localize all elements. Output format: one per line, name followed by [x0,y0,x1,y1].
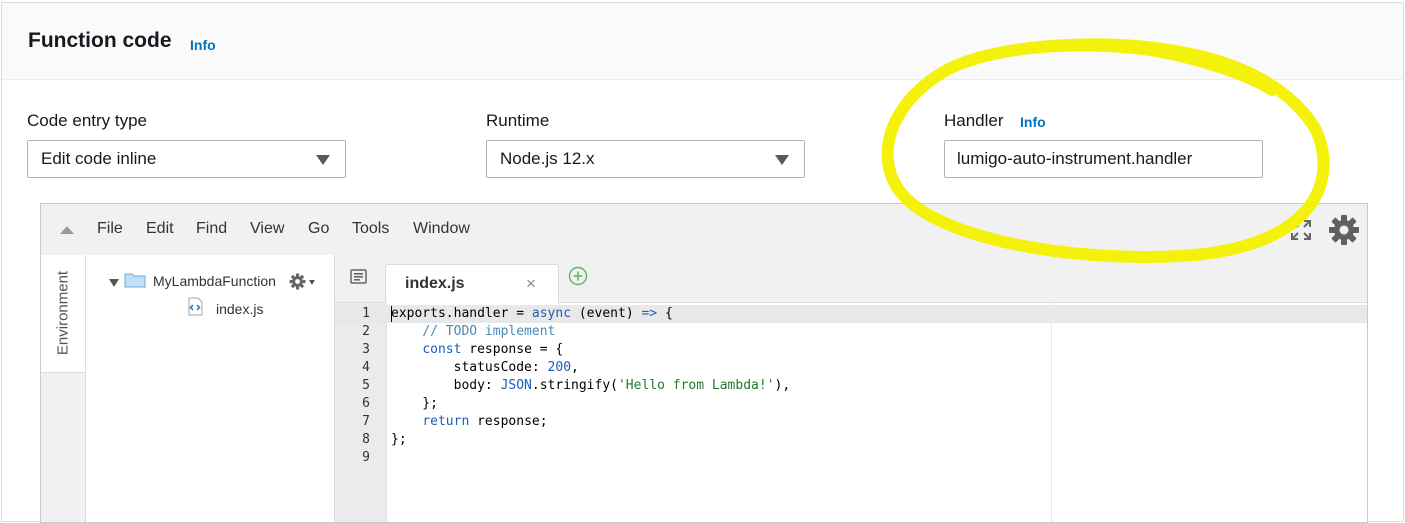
tree-file-label[interactable]: index.js [216,301,263,317]
close-icon[interactable]: × [526,274,536,294]
line-number: 7 [362,414,370,429]
menu-tools[interactable]: Tools [352,220,389,238]
line-number: 4 [362,360,370,375]
chevron-down-icon [309,280,315,285]
line-number: 2 [362,324,370,339]
environment-tab[interactable]: Environment [41,255,85,373]
runtime-value: Node.js 12.x [500,149,595,168]
tab-list-icon[interactable] [350,269,367,284]
code-line: }; [391,396,438,411]
collapse-menu-icon[interactable] [60,226,74,234]
code-line: body: JSON.stringify('Hello from Lambda!… [391,378,791,393]
file-tree: MyLambdaFunction index.js [86,255,335,522]
menu-edit[interactable]: Edit [146,220,174,238]
code-entry-type-select[interactable]: Edit code inline [27,140,346,178]
code-editor[interactable]: 1 2 3 4 5 6 7 8 9 exports.handler = asyn… [335,303,1367,522]
tab-label: index.js [405,275,465,292]
menu-window[interactable]: Window [413,220,470,238]
line-number: 8 [362,432,370,447]
environment-tab-label: Environment [54,270,72,356]
code-line: const response = { [422,342,564,357]
settings-gear-icon[interactable] [1328,214,1360,246]
print-margin [1051,303,1052,522]
tab-index-js[interactable]: index.js × [385,264,559,303]
js-file-icon [188,297,203,316]
environment-sidebar: Environment [41,255,86,522]
panel-title: Function code [28,29,172,52]
runtime-label: Runtime [486,111,550,130]
function-code-info-link[interactable]: Info [190,37,216,53]
code-entry-type-value: Edit code inline [41,149,157,168]
line-number: 6 [362,396,370,411]
caret-down-icon [316,155,330,165]
tree-folder-label: MyLambdaFunction [153,273,276,289]
code-editor-ide: File Edit Find View Go Tools Window Envi… [40,203,1368,523]
handler-info-link[interactable]: Info [1020,114,1046,130]
menu-view[interactable]: View [250,220,284,238]
editor-tab-bar: index.js × [335,255,1367,303]
line-number: 5 [362,378,370,393]
panel-header: Function code Info [2,3,1403,80]
line-number: 1 [362,306,370,321]
ide-menu-bar: File Edit Find View Go Tools Window [41,204,1367,256]
folder-settings-icon[interactable] [289,273,306,290]
folder-icon [124,273,146,288]
add-tab-icon[interactable] [568,266,588,286]
line-number: 3 [362,342,370,357]
menu-file[interactable]: File [97,220,123,238]
text-cursor [391,306,392,322]
runtime-select[interactable]: Node.js 12.x [486,140,805,178]
expand-folder-icon[interactable] [109,279,119,287]
code-line: }; [391,432,407,447]
code-line: exports.handler = async (event) => { [391,306,673,321]
menu-find[interactable]: Find [196,220,227,238]
code-line: // TODO implement [422,324,556,339]
line-number: 9 [362,450,370,465]
code-line: return response; [422,414,548,429]
caret-down-icon [775,155,789,165]
code-line: statusCode: 200, [391,360,579,375]
editor-area: index.js × 1 2 3 4 5 6 7 8 9 exports.han… [335,255,1367,522]
code-entry-type-label: Code entry type [27,111,148,130]
handler-label: Handler [944,111,1004,130]
menu-go[interactable]: Go [308,220,329,238]
fullscreen-icon[interactable] [1290,219,1312,241]
handler-input[interactable] [944,140,1263,178]
